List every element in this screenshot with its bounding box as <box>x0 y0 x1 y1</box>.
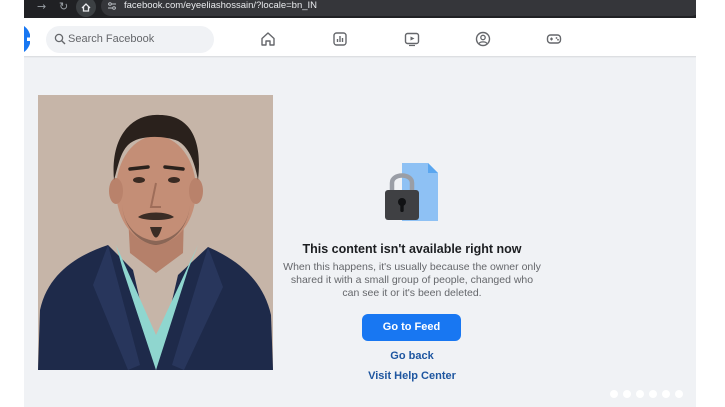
left-margin <box>0 20 24 407</box>
search-input[interactable]: Search Facebook <box>68 33 154 46</box>
error-title: This content isn't available right now <box>302 242 522 256</box>
watch-icon[interactable] <box>404 31 420 47</box>
dot <box>636 390 644 398</box>
person-portrait-image <box>38 95 273 370</box>
dot <box>675 390 683 398</box>
gaming-icon[interactable] <box>546 31 562 47</box>
site-settings-icon[interactable] <box>107 1 117 11</box>
groups-icon[interactable] <box>475 31 491 47</box>
right-margin <box>696 0 725 407</box>
home-icon <box>81 3 91 12</box>
help-center-link[interactable]: Visit Help Center <box>332 369 492 383</box>
profile-photo <box>38 95 273 370</box>
lock-icon <box>385 163 438 221</box>
dot <box>623 390 631 398</box>
reload-icon[interactable]: ↻ <box>59 0 68 16</box>
dot <box>649 390 657 398</box>
search-icon <box>54 33 66 45</box>
dot <box>662 390 670 398</box>
go-to-feed-button[interactable]: Go to Feed <box>362 314 461 341</box>
browser-home-button[interactable] <box>76 0 96 17</box>
url-text[interactable]: facebook.com/eyeeliashossain/?locale=bn_… <box>124 0 317 12</box>
video-icon[interactable] <box>332 31 348 47</box>
dot <box>610 390 618 398</box>
forward-icon[interactable]: → <box>37 0 46 16</box>
go-back-link[interactable]: Go back <box>332 349 492 363</box>
home-icon[interactable] <box>260 31 276 47</box>
error-description: When this happens, it's usually because … <box>283 261 541 299</box>
facebook-logo-icon[interactable] <box>24 24 42 54</box>
